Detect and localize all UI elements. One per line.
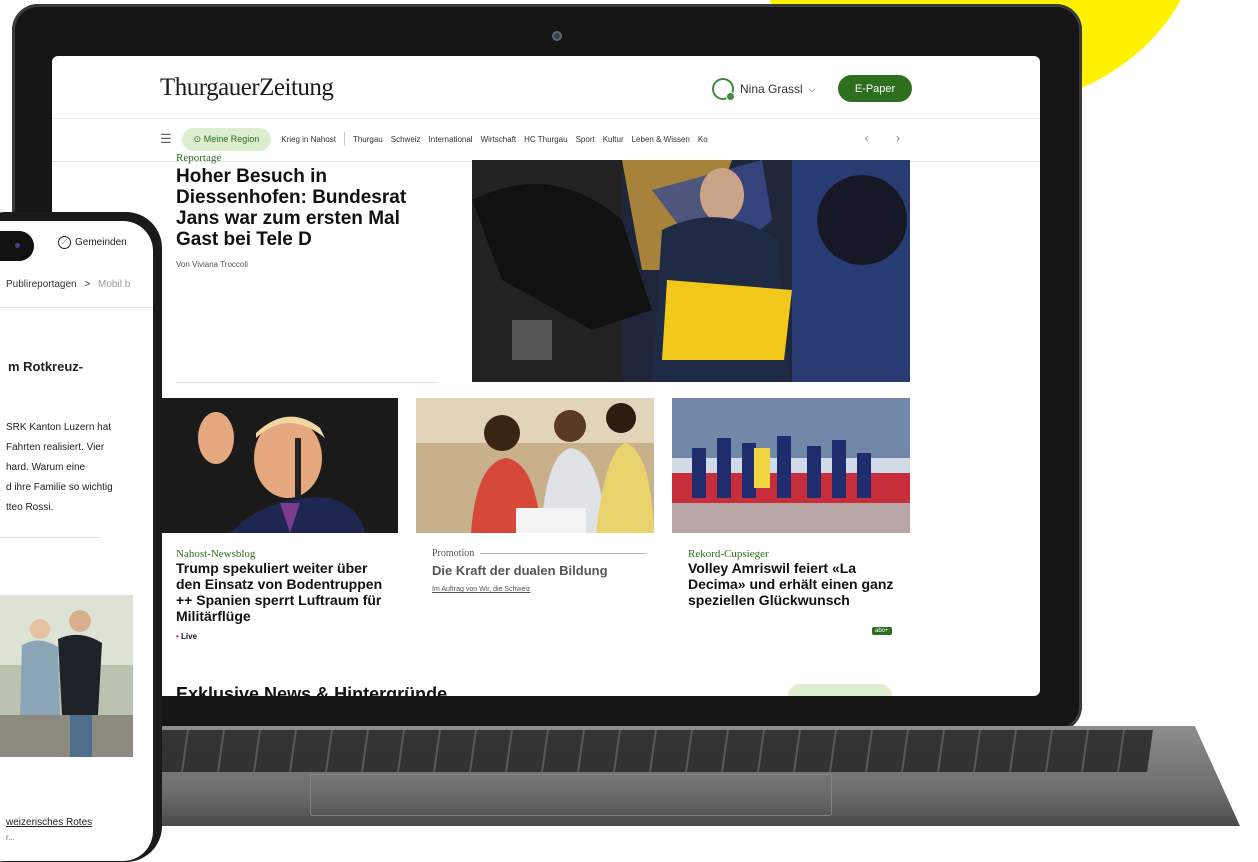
nav-scroll-arrows-icon[interactable]: ‹ › <box>865 131 912 145</box>
promo-label: Promotion <box>432 548 475 559</box>
text-line: hard. Warum eine <box>6 462 86 473</box>
card-volley[interactable]: Rekord-Cupsieger Volley Amriswil feiert … <box>688 548 903 608</box>
card-title[interactable]: Volley Amriswil feiert «La Decima» und e… <box>688 560 903 608</box>
card-image-education[interactable] <box>416 398 654 533</box>
breadcrumb-separator: > <box>84 279 91 290</box>
promo-sponsor-link[interactable]: Im Auftrag von Wir, die Schweiz <box>432 586 647 593</box>
text-line: Fahrten realisiert. Vier <box>6 442 105 453</box>
phone-breadcrumb: Publireportagen > Mobil b <box>6 279 130 290</box>
region-label: Meine Region <box>203 133 260 144</box>
card-overline: Rekord-Cupsieger <box>688 548 769 560</box>
epaper-button[interactable]: E-Paper <box>838 75 912 102</box>
laptop-screen: ThurgauerZeitung Nina Grassl ⌵ E-Paper ☰… <box>52 56 1040 696</box>
site-logo[interactable]: ThurgauerZeitung <box>160 74 334 102</box>
lead-article[interactable]: Reportage Hoher Besuch in Diessenhofen: … <box>176 152 446 269</box>
lead-title[interactable]: Hoher Besuch in Diessenhofen: Bundesrat … <box>176 166 446 250</box>
lead-overline: Reportage <box>176 152 222 164</box>
phone-footer-text: r... <box>6 833 15 842</box>
dynamic-island <box>0 231 34 261</box>
card-newsblog[interactable]: Nahost-Newsblog Trump spekuliert weiter … <box>176 548 391 641</box>
live-badge: • Live <box>176 632 391 641</box>
section-more-button[interactable] <box>788 684 892 696</box>
gemeinden-label: Gemeinden <box>75 237 127 248</box>
phone-article-text: SRK Kanton Luzern hat Fahrten realisiert… <box>6 418 113 518</box>
lead-author: Von Viviana Troccoli <box>176 260 248 269</box>
promo-overline: Promotion <box>432 548 647 559</box>
phone-article-title[interactable]: m Rotkreuz- <box>8 359 83 374</box>
user-menu[interactable]: Nina Grassl ⌵ <box>712 78 816 101</box>
text-line: tteo Rossi. <box>6 502 54 513</box>
breadcrumb-item[interactable]: Publireportagen <box>6 279 77 290</box>
phone-footer-link[interactable]: weizerisches Rotes <box>6 817 92 828</box>
phone-screen: ⟋ Gemeinden Publireportagen > Mobil b m … <box>0 221 153 861</box>
nav-item[interactable]: HC Thurgau <box>524 135 567 144</box>
pin-icon: ⊙ <box>193 133 204 144</box>
gemeinden-button[interactable]: ⟋ Gemeinden <box>58 236 127 249</box>
main-nav: ☰ ⊙ Meine Region Krieg in Nahost Thurgau… <box>160 122 912 156</box>
nav-item[interactable]: Thurgau <box>353 135 383 144</box>
nav-item[interactable]: Ko <box>698 135 708 144</box>
phone-divider <box>0 307 153 308</box>
region-button[interactable]: ⊙ Meine Region <box>181 127 272 151</box>
live-label: Live <box>181 632 198 641</box>
nav-item[interactable]: Krieg in Nahost <box>281 135 336 144</box>
nav-item[interactable]: Leben & Wissen <box>632 135 690 144</box>
trackpad <box>310 774 832 816</box>
user-name: Nina Grassl <box>740 82 803 96</box>
lead-image[interactable] <box>472 160 910 382</box>
camera-dot-icon <box>15 243 20 248</box>
nav-item[interactable]: Sport <box>576 135 595 144</box>
card-title[interactable]: Trump spekuliert weiter über den Einsatz… <box>176 560 391 624</box>
lead-divider <box>176 382 438 383</box>
phone-divider <box>0 537 100 538</box>
card-overline: Nahost-Newsblog <box>176 548 256 560</box>
nav-item[interactable]: Schweiz <box>391 135 421 144</box>
text-line: d ihre Familie so wichtig <box>6 482 113 493</box>
compass-icon: ⟋ <box>58 236 71 249</box>
nav-item[interactable]: Kultur <box>603 135 624 144</box>
webcam-icon <box>552 31 562 41</box>
breadcrumb-next[interactable]: Mobil b <box>98 279 130 290</box>
card-image-volleyball[interactable] <box>672 398 910 533</box>
card-title[interactable]: Die Kraft der dualen Bildung <box>432 563 647 578</box>
nav-item[interactable]: International <box>429 135 473 144</box>
chevron-down-icon: ⌵ <box>808 83 816 94</box>
card-promotion[interactable]: Promotion Die Kraft der dualen Bildung I… <box>432 548 647 593</box>
menu-search-icon[interactable]: ☰ <box>160 131 172 147</box>
abo-plus-badge: abo+ <box>872 627 892 635</box>
nav-divider <box>343 132 345 146</box>
card-image-trump[interactable] <box>160 398 398 533</box>
section-heading: Exklusive News & Hintergründe <box>176 684 448 696</box>
promo-rule <box>480 553 647 554</box>
phone-article-image[interactable] <box>0 595 133 757</box>
nav-item[interactable]: Wirtschaft <box>481 135 517 144</box>
text-line: SRK Kanton Luzern hat <box>6 422 112 433</box>
keyboard <box>147 730 1153 772</box>
user-icon <box>712 78 735 101</box>
website: ThurgauerZeitung Nina Grassl ⌵ E-Paper ☰… <box>160 56 912 696</box>
live-dot-icon: • <box>176 632 179 641</box>
